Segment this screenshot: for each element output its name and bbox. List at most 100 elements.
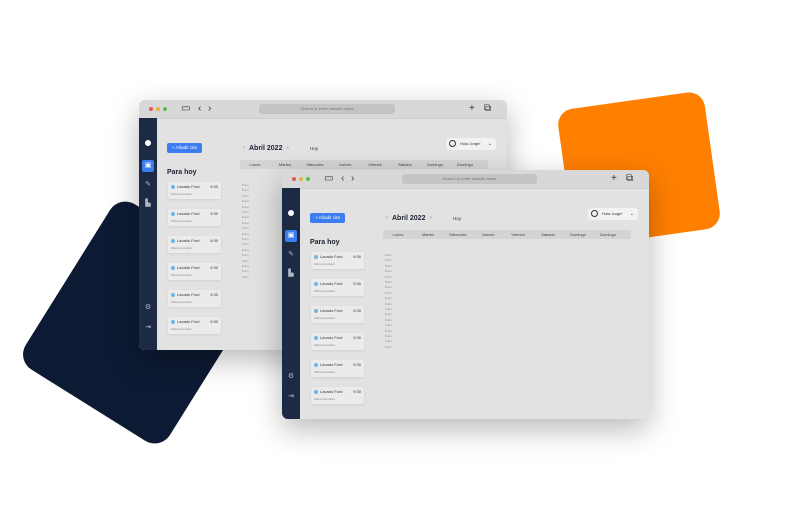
task-card[interactable]: Lavado Ford 9:30 Mario Gonzalez bbox=[168, 209, 221, 226]
close-window-button[interactable] bbox=[292, 177, 296, 181]
car-wash-icon bbox=[171, 185, 175, 189]
task-card[interactable]: Lavado Ford 9:30 Mario Gonzalez bbox=[311, 333, 364, 350]
task-card[interactable]: Lavado Ford 9:30 Mario Gonzalez bbox=[311, 306, 364, 323]
task-customer: Mario Gonzalez bbox=[314, 262, 336, 266]
task-time: 9:30 bbox=[210, 265, 218, 270]
new-tab-icon[interactable]: + bbox=[611, 173, 617, 185]
calendar-icon[interactable]: ▣ bbox=[142, 160, 154, 172]
add-appointment-button[interactable]: + Añadir cita bbox=[310, 213, 345, 223]
address-bar[interactable]: Search or enter website name bbox=[402, 174, 537, 184]
wrench-icon[interactable]: ✎ bbox=[142, 179, 154, 191]
weekday-header: Lunes Martes Miercoles Jueves Viernes Sábado D… bbox=[383, 230, 631, 239]
task-time: 9:30 bbox=[353, 389, 361, 394]
weekday-label: Jueves bbox=[338, 162, 352, 167]
hour-label: 8 am bbox=[242, 183, 249, 187]
wrench-icon[interactable]: ✎ bbox=[285, 249, 297, 261]
car-wash-icon bbox=[314, 336, 318, 340]
weekday-label: Lunes bbox=[249, 162, 261, 167]
hour-label: 8 am bbox=[385, 269, 392, 274]
today-button[interactable]: Hoy bbox=[453, 216, 461, 221]
zoom-window-button[interactable] bbox=[163, 107, 167, 111]
hour-label: 8 am bbox=[385, 323, 392, 328]
next-month-button[interactable]: › bbox=[287, 144, 289, 152]
factory-icon[interactable]: ▙ bbox=[285, 268, 297, 280]
task-card[interactable]: Lavado Ford 9:30 Mario Gonzalez bbox=[311, 279, 364, 296]
logout-icon[interactable]: ⇥ bbox=[285, 391, 297, 403]
car-wash-icon bbox=[314, 390, 318, 394]
weekday-label: Jueves bbox=[481, 232, 495, 237]
back-icon[interactable]: ‹ bbox=[341, 173, 344, 185]
hour-label: 8 am bbox=[242, 220, 249, 225]
task-card[interactable]: Lavado Ford 9:30 Mario Gonzalez bbox=[168, 290, 221, 307]
back-icon[interactable]: ‹ bbox=[198, 103, 201, 115]
hour-label: 8 am bbox=[242, 199, 249, 204]
forward-icon[interactable]: › bbox=[351, 173, 354, 185]
weekday-label: Miercoles bbox=[449, 232, 467, 237]
hour-label: 8 am bbox=[242, 253, 249, 258]
task-time: 9:30 bbox=[353, 308, 361, 313]
logout-icon[interactable]: ⇥ bbox=[142, 322, 154, 334]
car-wash-icon bbox=[171, 239, 175, 243]
task-card[interactable]: Lavado Ford 9:30 Mario Gonzalez bbox=[311, 252, 364, 269]
next-month-button[interactable]: › bbox=[430, 214, 432, 222]
hour-label: 8 am bbox=[385, 344, 392, 349]
task-title: Lavado Ford bbox=[320, 335, 343, 340]
task-card[interactable]: Lavado Ford 9:30 Mario Gonzalez bbox=[311, 360, 364, 377]
hour-label: 8 am bbox=[385, 317, 392, 322]
weekday-label: Viernes bbox=[511, 232, 525, 237]
weekday-label: Sábado bbox=[541, 232, 555, 237]
task-card[interactable]: Lavado Ford 9:30 Mario Gonzalez bbox=[311, 387, 364, 404]
task-title: Lavado Ford bbox=[320, 254, 343, 259]
task-time: 9:30 bbox=[353, 254, 361, 259]
app-sidebar: ▣ ✎ ▙ ⚙ ⇥ bbox=[139, 118, 157, 350]
task-card[interactable]: Lavado Ford 9:30 Mario Gonzalez bbox=[168, 182, 221, 199]
task-card[interactable]: Lavado Ford 9:30 Mario Gonzalez bbox=[168, 317, 221, 334]
hour-label: 8 am bbox=[242, 274, 249, 279]
task-card[interactable]: Lavado Ford 9:30 Mario Gonzalez bbox=[168, 236, 221, 253]
hour-label: 8 am bbox=[242, 204, 249, 209]
address-bar[interactable]: Search or enter website name bbox=[259, 104, 395, 114]
add-appointment-button[interactable]: + Añadir cita bbox=[167, 143, 202, 153]
gear-icon[interactable]: ⚙ bbox=[285, 371, 297, 383]
new-tab-icon[interactable]: + bbox=[469, 103, 475, 115]
minimize-window-button[interactable] bbox=[299, 177, 303, 181]
car-wash-icon bbox=[314, 282, 318, 286]
hour-label: 8 am bbox=[385, 274, 392, 279]
hour-label: 8 am bbox=[385, 307, 392, 311]
gear-icon[interactable]: ⚙ bbox=[142, 302, 154, 314]
today-button[interactable]: Hoy bbox=[310, 146, 318, 151]
zoom-window-button[interactable] bbox=[306, 177, 310, 181]
user-menu[interactable]: Hola Jorge! ⌄ bbox=[446, 138, 496, 150]
weekday-label: Domingo bbox=[456, 162, 473, 167]
task-customer: Mario Gonzalez bbox=[171, 219, 193, 223]
task-time: 9:30 bbox=[353, 335, 361, 340]
previous-month-button[interactable]: ‹ bbox=[243, 144, 245, 152]
tabs-icon[interactable]: ⧉ bbox=[626, 173, 633, 185]
sidebar-toggle-icon[interactable]: ▭ bbox=[324, 173, 333, 185]
hour-label: 8 am bbox=[385, 253, 392, 257]
hour-label: 8 am bbox=[242, 258, 249, 263]
previous-month-button[interactable]: ‹ bbox=[386, 214, 388, 222]
sidebar-toggle-icon[interactable]: ▭ bbox=[181, 103, 190, 115]
task-card[interactable]: Lavado Ford 9:30 Mario Gonzalez bbox=[168, 263, 221, 280]
section-title: Para hoy bbox=[310, 239, 340, 246]
hour-label: 8 am bbox=[385, 285, 392, 290]
task-time: 9:30 bbox=[210, 184, 218, 189]
task-title: Lavado Ford bbox=[320, 362, 343, 367]
close-window-button[interactable] bbox=[149, 107, 153, 111]
car-wash-icon bbox=[314, 309, 318, 313]
hour-label: 8 am bbox=[385, 280, 392, 284]
app-logo bbox=[145, 140, 151, 146]
calendar-icon[interactable]: ▣ bbox=[285, 230, 297, 242]
minimize-window-button[interactable] bbox=[156, 107, 160, 111]
task-title: Lavado Ford bbox=[177, 319, 200, 324]
task-time: 9:30 bbox=[210, 292, 218, 297]
browser-window-front: ▭ ‹ › Search or enter website name + ⧉ ▣ ✎ ▙ ⚙ ⇥ + … bbox=[282, 170, 649, 419]
task-title: Lavado Ford bbox=[320, 389, 343, 394]
user-menu[interactable]: Hola Jorge! ⌄ bbox=[588, 208, 638, 220]
tabs-icon[interactable]: ⧉ bbox=[484, 103, 491, 115]
task-customer: Mario Gonzalez bbox=[171, 300, 193, 304]
task-customer: Mario Gonzalez bbox=[171, 246, 193, 250]
factory-icon[interactable]: ▙ bbox=[142, 198, 154, 210]
forward-icon[interactable]: › bbox=[208, 103, 211, 115]
